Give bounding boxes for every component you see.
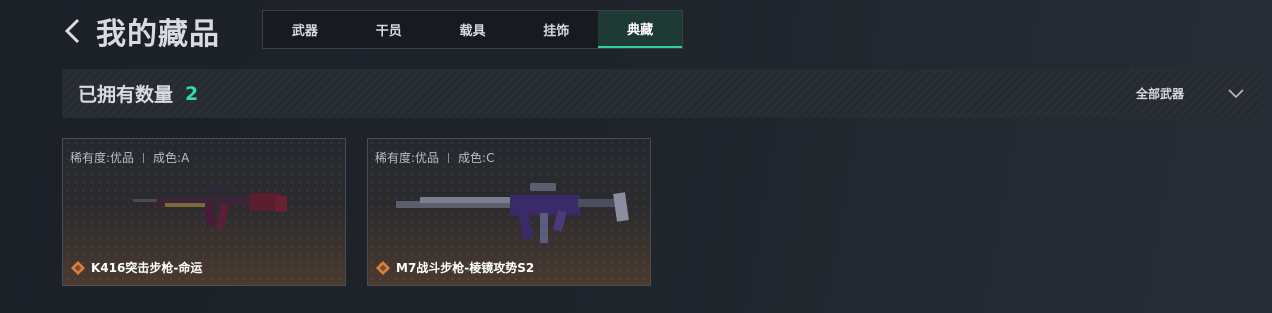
page-header: 我的藏品 <box>62 8 220 53</box>
owned-count-bar: 已拥有数量 2 全部武器 <box>62 69 1262 118</box>
weapon-filter-dropdown[interactable]: 全部武器 <box>1136 69 1244 118</box>
rarity-diamond-icon <box>376 260 390 275</box>
divider <box>448 152 450 163</box>
weapon-name: K416突击步枪-命运 <box>91 261 203 275</box>
rarity-diamond-icon <box>71 260 85 275</box>
category-tabs: 武器 干员 载具 挂饰 典藏 <box>262 10 683 49</box>
card-meta: 稀有度:优品 成色:A <box>70 149 189 166</box>
owned-count-value: 2 <box>185 82 199 105</box>
collection-card[interactable]: 稀有度:优品 成色:A K416突击步枪-命运 <box>62 138 346 286</box>
tab-operators[interactable]: 干员 <box>347 11 431 48</box>
card-name-row: M7战斗步枪-棱镜攻势S2 <box>376 259 534 276</box>
tab-weapons[interactable]: 武器 <box>263 11 347 48</box>
back-button[interactable] <box>62 11 92 51</box>
weapon-image <box>133 185 287 230</box>
card-meta: 稀有度:优品 成色:C <box>375 149 494 166</box>
rarity-label: 稀有度:优品 <box>375 151 440 165</box>
filter-selected-label: 全部武器 <box>1135 87 1184 101</box>
chevron-left-icon <box>64 18 80 43</box>
tab-charms[interactable]: 挂饰 <box>514 11 598 48</box>
tab-vehicles[interactable]: 载具 <box>431 11 515 48</box>
owned-count-label: 已拥有数量 <box>78 84 174 106</box>
weapon-name: M7战斗步枪-棱镜攻势S2 <box>396 261 535 275</box>
rarity-label: 稀有度:优品 <box>70 151 135 165</box>
collection-card[interactable]: 稀有度:优品 成色:C M7战斗步枪-棱镜攻势S2 <box>367 138 651 286</box>
weapon-image <box>396 183 629 243</box>
page-title: 我的藏品 <box>96 16 220 52</box>
divider <box>143 152 145 163</box>
grade-label: 成色:C <box>458 151 495 165</box>
tab-collection[interactable]: 典藏 <box>598 11 682 48</box>
card-name-row: K416突击步枪-命运 <box>71 259 202 276</box>
grade-label: 成色:A <box>153 151 190 165</box>
chevron-down-icon <box>1228 88 1244 98</box>
